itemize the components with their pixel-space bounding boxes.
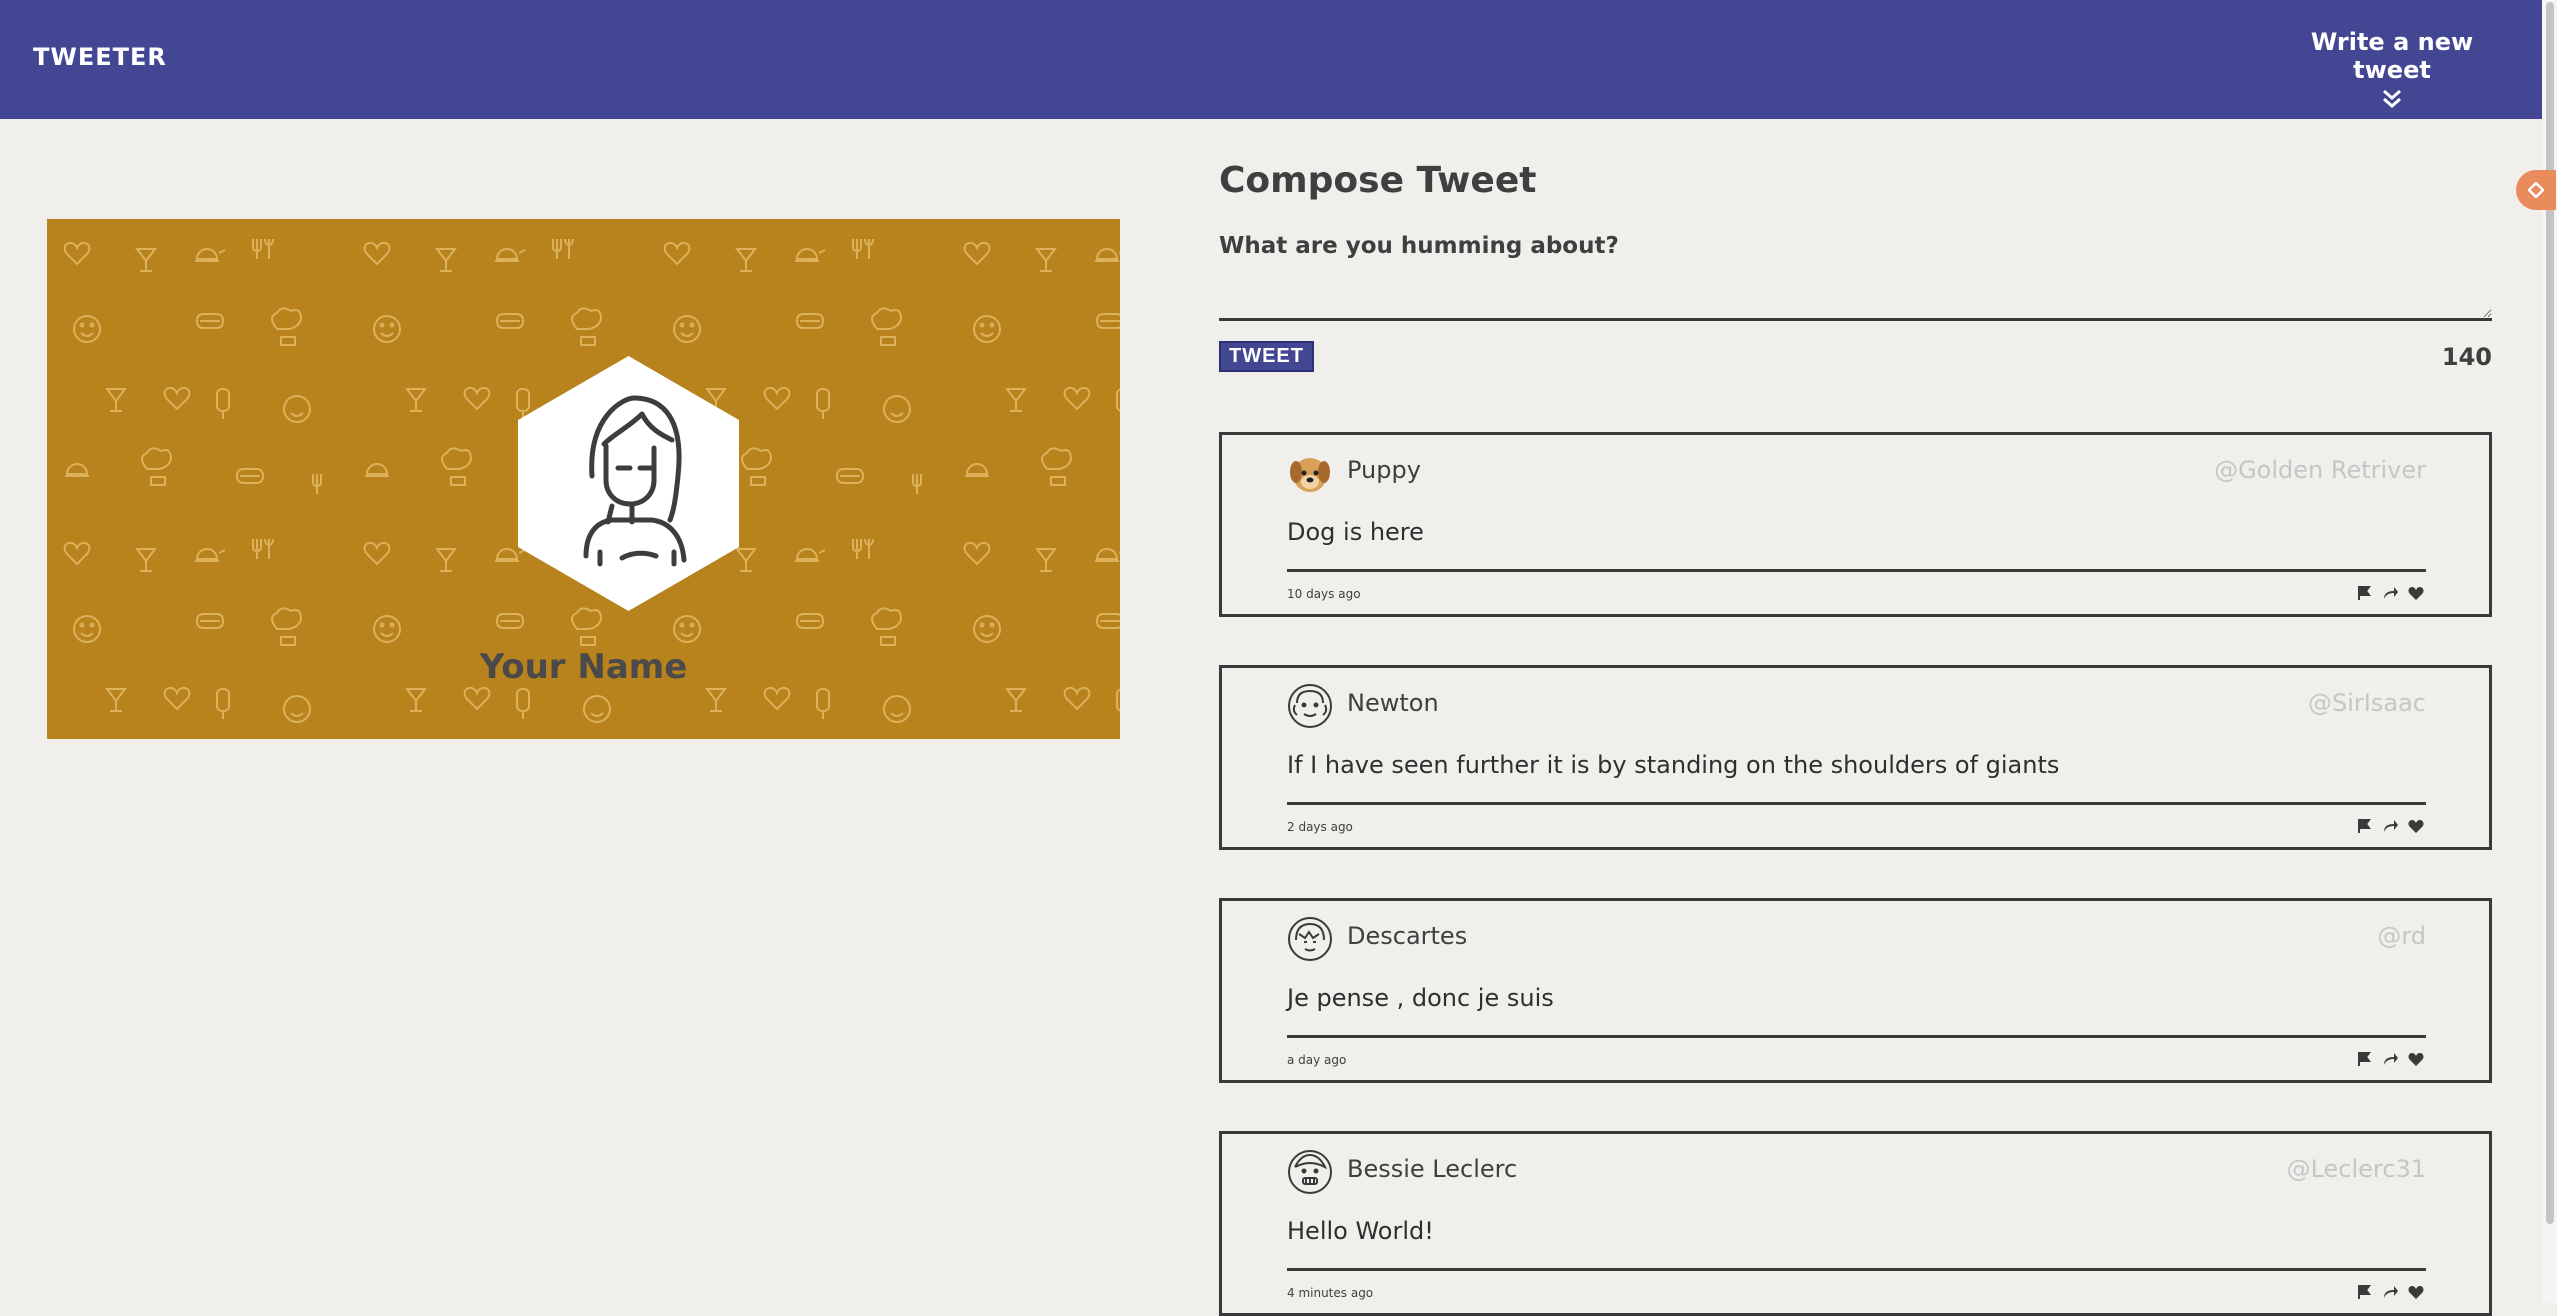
tweet-timestamp: 4 minutes ago [1287,1286,1374,1300]
tweet-divider [1287,1268,2426,1271]
tweet-card-4: Bessie Leclerc @Leclerc31 Hello World! 4… [1219,1131,2492,1316]
compose-section: Compose Tweet What are you humming about… [1219,160,2492,381]
compose-prompt-label: What are you humming about? [1219,233,1619,259]
write-new-tweet-button[interactable]: Write a new tweet [2277,28,2507,108]
brand-logo[interactable]: TWEETER [33,43,167,71]
flag-icon[interactable] [2356,585,2372,601]
tweet-body: Je pense , donc je suis [1287,984,1554,1012]
tweet-avatar [1287,450,1333,496]
tweet-author-name: Descartes [1347,922,1468,950]
tweet-body: If I have seen further it is by standing… [1287,751,2060,779]
tweet-card-2: Newton @SirIsaac If I have seen further … [1219,665,2492,850]
retweet-icon[interactable] [2382,1051,2398,1067]
tweet-author-handle: @Golden Retriver [2214,456,2426,484]
write-new-tweet-label: Write a new tweet [2310,28,2474,84]
tweet-body: Hello World! [1287,1217,1434,1245]
tweet-author-handle: @SirIsaac [2308,689,2426,717]
tweet-author-handle: @Leclerc31 [2286,1155,2426,1183]
diamond-icon [2528,182,2544,198]
tweet-avatar [1287,683,1333,729]
heart-icon[interactable] [2408,1051,2424,1067]
tweet-author-name: Puppy [1347,456,1421,484]
top-nav: TWEETER Write a new tweet [0,0,2542,119]
tweet-timestamp: 10 days ago [1287,587,1361,601]
compose-footer: TWEET 140 [1219,341,2492,381]
flag-icon[interactable] [2356,1051,2372,1067]
tweet-timestamp: 2 days ago [1287,820,1353,834]
tweet-avatar [1287,1149,1333,1195]
tweet-divider [1287,569,2426,572]
tweet-actions [2356,585,2426,601]
tweet-timestamp: a day ago [1287,1053,1347,1067]
retweet-icon[interactable] [2382,1284,2398,1300]
tweet-actions [2356,1284,2426,1300]
heart-icon[interactable] [2408,818,2424,834]
compose-title: Compose Tweet [1219,160,1537,201]
retweet-icon[interactable] [2382,818,2398,834]
tweet-author-name: Newton [1347,689,1439,717]
man-avatar-icon [1288,684,1332,728]
flag-icon[interactable] [2356,818,2372,834]
profile-name: Your Name [479,647,688,687]
heart-icon[interactable] [2408,585,2424,601]
tweet-avatar [1287,916,1333,962]
tweet-card-1: Puppy @Golden Retriver Dog is here 10 da… [1219,432,2492,617]
tweet-author-name: Bessie Leclerc [1347,1155,1518,1183]
tweet-card-3: Descartes @rd Je pense , donc je suis a … [1219,898,2492,1083]
puppy-avatar-icon [1290,458,1330,492]
retweet-icon[interactable] [2382,585,2398,601]
grin-avatar-icon [1288,1150,1332,1194]
profile-avatar [518,356,739,611]
floating-tab-button[interactable] [2516,170,2556,210]
char-counter: 140 [2441,343,2492,371]
double-chevron-down-icon [2383,89,2401,108]
bangs-avatar-icon [1288,917,1332,961]
tweet-body: Dog is here [1287,518,1424,546]
heart-icon[interactable] [2408,1284,2424,1300]
flag-icon[interactable] [2356,1284,2372,1300]
tweet-textarea[interactable] [1219,259,2492,321]
tweet-submit-button[interactable]: TWEET [1219,341,1314,372]
tweet-actions [2356,1051,2426,1067]
tweet-divider [1287,802,2426,805]
tweet-divider [1287,1035,2426,1038]
tweet-actions [2356,818,2426,834]
profile-card: Your Name [47,219,1120,739]
tweet-author-handle: @rd [2377,922,2426,950]
